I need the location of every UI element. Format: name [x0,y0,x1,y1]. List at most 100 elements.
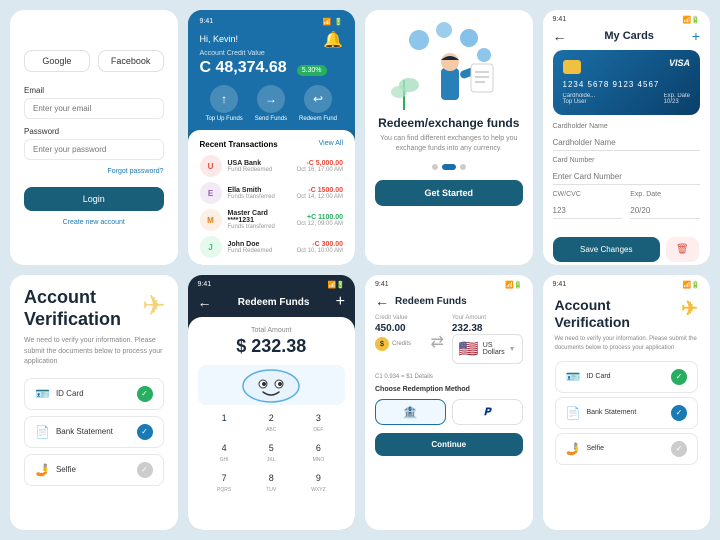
key-5[interactable]: 5JKL [249,439,294,467]
key-9[interactable]: 9WXYZ [296,469,341,497]
v2-bank-item[interactable]: 📄 Bank Statement ✓ [555,397,699,429]
continue-button[interactable]: Continue [375,433,523,456]
redeem-action[interactable]: ↩ Redeem Fund [299,85,337,122]
selfie-icon: 🤳 [35,463,50,477]
back-arrow[interactable]: ← [553,28,567,44]
transaction-item: M Master Card ****1231 Funds transferred… [200,209,344,231]
key-6[interactable]: 6MNO [296,439,341,467]
hero-description: You can find different exchanges to help… [375,134,523,154]
bank-statement-item[interactable]: 📄 Bank Statement ✓ [24,416,164,448]
tx-avatar: M [200,209,222,231]
hero-title: Redeem/exchange funds [378,116,519,130]
add-card-button[interactable]: + [692,28,700,44]
payment-methods: 🏦 𝐏 [375,399,523,425]
forgot-link[interactable]: Forgot password? [24,168,164,175]
my-cards-title: My Cards [604,30,654,42]
rs-face-illustration [198,365,346,405]
verify-description: We need to verify your information. Plea… [24,336,164,368]
key-7[interactable]: 7PQRS [202,469,247,497]
rf-body: Credit Value 450.00 $ Credits ⇄ Your Amo… [365,315,533,456]
transaction-item: J John Doe Fund Redeemed -C 300.00 Oct 1… [200,236,344,258]
v2-statusbar: 9:41 📶🔋 [543,275,711,289]
paypal-method-button[interactable]: 𝐏 [452,399,523,425]
social-row: Google Facebook [24,50,164,72]
tx-date: Oct 12, 09:00 AM [297,221,343,227]
login-button[interactable]: Login [24,187,164,211]
view-all-link[interactable]: View All [319,140,343,149]
expiry-display: Exp. Date 10/23 [664,93,690,105]
card-number-input[interactable] [553,169,701,185]
dot-3[interactable] [460,164,466,170]
bank-method-button[interactable]: 🏦 [375,399,446,425]
google-button[interactable]: Google [24,50,90,72]
dot-2[interactable] [442,164,456,170]
save-changes-button[interactable]: Save Changes [553,237,661,262]
v2-selfie-check: ✓ [671,441,687,457]
dot-1[interactable] [432,164,438,170]
password-input[interactable] [24,139,164,160]
selfie-item[interactable]: 🤳 Selfie ✓ [24,454,164,486]
v2-selfie-item[interactable]: 🤳 Selfie ✓ [555,433,699,465]
email-input[interactable] [24,98,164,119]
tx-amount: -C 5,000.00 [297,160,343,167]
method-title: Choose Redemption Method [375,386,523,393]
chevron-down-icon: ▼ [509,346,516,353]
v2-body: AccountVerification ✈ We need to verify … [543,289,711,530]
transaction-item: U USA Bank Fund Redeemed -C 5,000.00 Oct… [200,155,344,177]
tx-name: John Doe [228,241,291,248]
rf-header: ← Redeem Funds [365,291,533,315]
v2-id-item[interactable]: 🪪 ID Card ✓ [555,361,699,393]
redeem-small-card: 9:41 📶🔋 ← Redeem Funds + Total Amount $ … [188,275,356,530]
quick-actions: ↑ Top Up Funds → Send Funds ↩ Redeem Fun… [200,77,344,130]
transactions-list: U USA Bank Fund Redeemed -C 5,000.00 Oct… [200,155,344,258]
exp-date-input[interactable] [630,203,700,219]
key-3[interactable]: 3DEF [296,409,341,437]
cardholder-display: Cardholde... Top User [563,93,596,105]
credits-tag: Credits [392,341,411,347]
badge: 5.30% [297,65,327,76]
rs-back[interactable]: ← [198,294,212,310]
rs-amount: $ 232.38 [198,336,346,357]
currency-selector[interactable]: 🇺🇸 US Dollars ▼ [452,334,523,364]
id-card-item[interactable]: 🪪 ID Card ✓ [24,378,164,410]
v2-bank-icon: 📄 [566,406,581,420]
tx-avatar: U [200,155,222,177]
bank-statement-label: Bank Statement [56,427,113,436]
swap-icon[interactable]: ⇄ [430,315,443,368]
rf-time: 9:41 [375,281,389,289]
facebook-button[interactable]: Facebook [98,50,164,72]
cvv-input[interactable] [553,203,623,219]
currency-flag: 🇺🇸 [459,339,479,359]
get-started-button[interactable]: Get Started [375,180,523,206]
notification-icon[interactable]: 🔔 [323,30,343,50]
exp-label: Exp. Date [630,191,700,198]
conversion-rate: C1 0.934 = $1 Details [375,374,523,380]
rf-statusbar: 9:41 📶🔋 [365,275,533,291]
amount-value: 232.38 [452,323,523,334]
send-action[interactable]: → Send Funds [255,85,287,122]
cvv-label: CW/CVC [553,191,623,198]
id-card-label: ID Card [56,389,84,398]
chip-icon [563,60,581,74]
credit-label: Credit Value [375,315,422,321]
delete-card-button[interactable]: 🗑 [666,237,699,262]
bank-statement-check: ✓ [137,424,153,440]
create-account-link[interactable]: Create new account [24,219,164,226]
tx-name: Ella Smith [228,187,291,194]
key-1[interactable]: 1 [202,409,247,437]
v2-selfie-label: Selfie [586,445,604,452]
rf-back-button[interactable]: ← [375,293,389,309]
cardholder-name-input[interactable] [553,135,701,151]
rs-add[interactable]: + [336,293,345,311]
bank-statement-icon: 📄 [35,425,50,439]
tx-date: Oct 16, 17:00 AM [297,167,343,173]
statusbar: 9:41 📶🔋 [543,10,711,24]
topup-action[interactable]: ↑ Top Up Funds [205,85,242,122]
tx-avatar: E [200,182,222,204]
key-2[interactable]: 2ABC [249,409,294,437]
paper-plane-icon-2: ✈ [681,297,698,321]
key-4[interactable]: 4GHI [202,439,247,467]
redeem-icon: ↩ [304,85,332,113]
v2-bank-check: ✓ [671,405,687,421]
key-8[interactable]: 8TUV [249,469,294,497]
